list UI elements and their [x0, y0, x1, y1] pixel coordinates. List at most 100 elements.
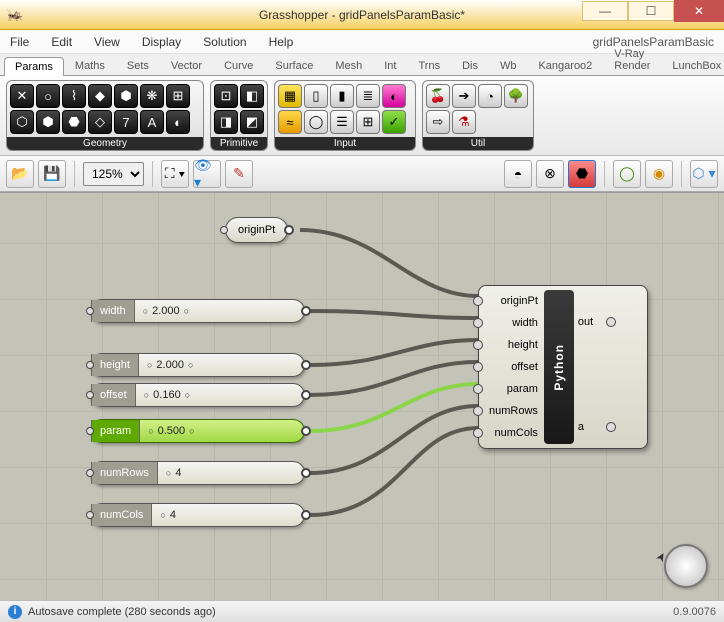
- geom-icon[interactable]: ⌇: [62, 84, 86, 108]
- util-icon-flask[interactable]: ⚗: [452, 110, 476, 134]
- slider-width[interactable]: width2.000: [90, 299, 305, 323]
- tab-maths[interactable]: Maths: [64, 56, 116, 75]
- geom-icon[interactable]: ◆: [88, 84, 112, 108]
- geom-icon[interactable]: ✕: [10, 84, 34, 108]
- component-python[interactable]: originPt width height offset param numRo…: [478, 285, 648, 449]
- input-icon[interactable]: ☰: [330, 110, 354, 134]
- output-nub[interactable]: [301, 468, 311, 478]
- input-icon[interactable]: ▮: [330, 84, 354, 108]
- slider-value[interactable]: 4: [152, 509, 304, 521]
- menu-display[interactable]: Display: [142, 35, 181, 49]
- slider-numCols[interactable]: numCols4: [90, 503, 305, 527]
- geom-icon[interactable]: ○: [36, 84, 60, 108]
- menu-edit[interactable]: Edit: [51, 35, 72, 49]
- input-nub[interactable]: [220, 226, 228, 234]
- maximize-button[interactable]: ☐: [628, 1, 674, 21]
- input-nub[interactable]: [86, 427, 94, 435]
- input-nub[interactable]: [86, 361, 94, 369]
- input-nub[interactable]: [86, 469, 94, 477]
- util-icon-out[interactable]: ⇨: [426, 110, 450, 134]
- util-icon-arrow[interactable]: ➔: [452, 84, 476, 108]
- tab-dis[interactable]: Dis: [451, 56, 489, 75]
- preview-button[interactable]: 👁 ▾: [193, 160, 221, 188]
- slider-offset[interactable]: offset0.160: [90, 383, 305, 407]
- util-icon-cherry[interactable]: 🍒: [426, 84, 450, 108]
- zoom-select[interactable]: 125%: [83, 162, 144, 186]
- tab-vray[interactable]: V-Ray Render: [603, 44, 661, 75]
- prim-icon[interactable]: ◧: [240, 84, 264, 108]
- tab-sets[interactable]: Sets: [116, 56, 160, 75]
- geom-icon[interactable]: ⬣: [62, 110, 86, 134]
- python-output-out[interactable]: out: [574, 311, 610, 333]
- minimize-button[interactable]: —: [582, 1, 628, 21]
- slider-value[interactable]: 0.160: [136, 389, 304, 401]
- tab-surface[interactable]: Surface: [264, 56, 324, 75]
- output-nub[interactable]: [301, 306, 311, 316]
- python-input-numcols[interactable]: numCols: [479, 422, 544, 444]
- preview-settings-button[interactable]: ◉: [645, 160, 673, 188]
- python-input-height[interactable]: height: [479, 334, 544, 356]
- menu-file[interactable]: File: [10, 35, 29, 49]
- sketch-button[interactable]: ✎: [225, 160, 253, 188]
- input-icon-color[interactable]: ◐: [382, 84, 406, 108]
- input-nub[interactable]: [86, 307, 94, 315]
- tab-trns[interactable]: Trns: [407, 56, 451, 75]
- prim-icon[interactable]: ◨: [214, 110, 238, 134]
- python-input-offset[interactable]: offset: [479, 356, 544, 378]
- tab-params[interactable]: Params: [4, 57, 64, 76]
- open-button[interactable]: 📂: [6, 160, 34, 188]
- tab-mesh[interactable]: Mesh: [324, 56, 373, 75]
- geom-icon[interactable]: ◐: [166, 110, 190, 134]
- geom-icon[interactable]: ⊞: [166, 84, 190, 108]
- component-originpt[interactable]: originPt: [225, 217, 288, 243]
- slider-param[interactable]: param0.500: [90, 419, 305, 443]
- python-input-originpt[interactable]: originPt: [479, 290, 544, 312]
- input-icon-panel[interactable]: ▦: [278, 84, 302, 108]
- output-nub[interactable]: [284, 225, 294, 235]
- output-nub[interactable]: [301, 360, 311, 370]
- preview-mesh-button[interactable]: ◯: [613, 160, 641, 188]
- slider-numRows[interactable]: numRows4: [90, 461, 305, 485]
- input-nub[interactable]: [86, 391, 94, 399]
- geom-icon[interactable]: ⬢: [36, 110, 60, 134]
- python-output-a[interactable]: a: [574, 416, 610, 438]
- input-nub[interactable]: [86, 511, 94, 519]
- wire-mode-button[interactable]: ⊗: [536, 160, 564, 188]
- tab-int[interactable]: Int: [373, 56, 407, 75]
- menu-view[interactable]: View: [94, 35, 120, 49]
- util-icon-bubble[interactable]: ◔: [478, 84, 502, 108]
- input-icon[interactable]: ◯: [304, 110, 328, 134]
- output-nub[interactable]: [301, 426, 311, 436]
- python-body[interactable]: Python: [544, 290, 574, 444]
- geom-icon[interactable]: ◇: [88, 110, 112, 134]
- shade-mode-button[interactable]: ◓: [504, 160, 532, 188]
- python-input-width[interactable]: width: [479, 312, 544, 334]
- output-nub[interactable]: [301, 510, 311, 520]
- tab-wb[interactable]: Wb: [489, 56, 528, 75]
- canvas[interactable]: originPt width2.000height2.000offset0.16…: [0, 192, 724, 600]
- save-button[interactable]: 💾: [38, 160, 66, 188]
- slider-height[interactable]: height2.000: [90, 353, 305, 377]
- input-icon[interactable]: ≣: [356, 84, 380, 108]
- slider-value[interactable]: 4: [158, 467, 304, 479]
- menu-solution[interactable]: Solution: [203, 35, 246, 49]
- input-icon[interactable]: ▯: [304, 84, 328, 108]
- selected-only-button[interactable]: ⬣: [568, 160, 596, 188]
- slider-value[interactable]: 2.000: [139, 359, 304, 371]
- geom-icon[interactable]: ⬢: [114, 84, 138, 108]
- doc-preview-button[interactable]: ⬡ ▾: [690, 160, 718, 188]
- input-icon-toggle[interactable]: ✓: [382, 110, 406, 134]
- geom-icon[interactable]: ❋: [140, 84, 164, 108]
- menu-help[interactable]: Help: [269, 35, 294, 49]
- geom-icon[interactable]: A: [140, 110, 164, 134]
- tab-kangaroo2[interactable]: Kangaroo2: [527, 56, 603, 75]
- slider-value[interactable]: 2.000: [135, 305, 304, 317]
- close-button[interactable]: ✕: [674, 0, 724, 22]
- python-input-numrows[interactable]: numRows: [479, 400, 544, 422]
- zoom-extents-button[interactable]: ⛶ ▾: [161, 160, 189, 188]
- python-input-param[interactable]: param: [479, 378, 544, 400]
- input-icon[interactable]: ⊞: [356, 110, 380, 134]
- compass-icon[interactable]: [664, 544, 708, 588]
- util-icon-tree[interactable]: 🌳: [504, 84, 528, 108]
- slider-value[interactable]: 0.500: [140, 425, 304, 437]
